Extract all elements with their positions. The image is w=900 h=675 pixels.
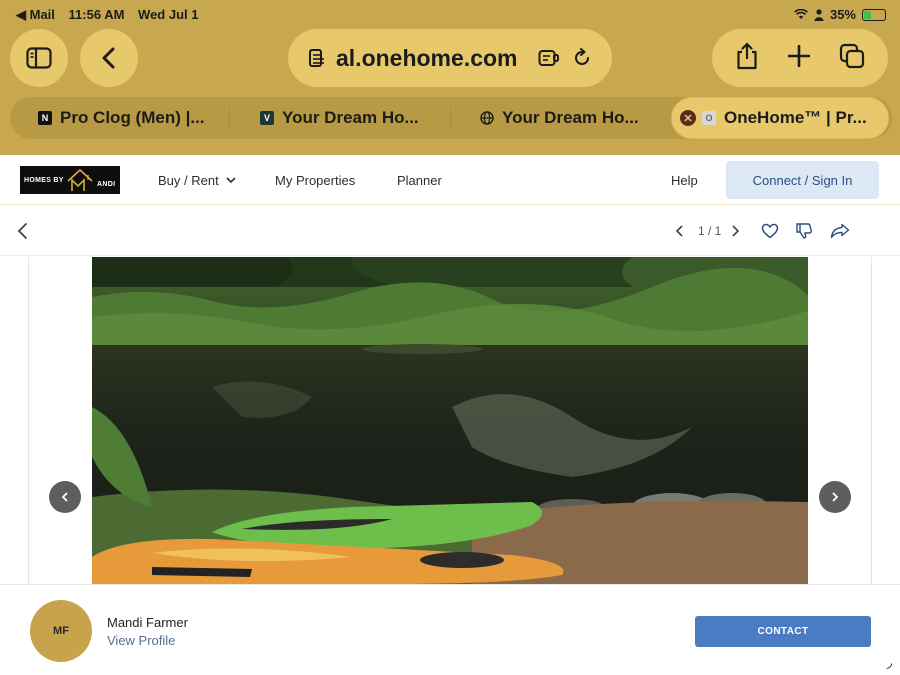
heart-icon	[761, 223, 779, 239]
tab-dream-home-1[interactable]: V Your Dream Ho...	[260, 97, 450, 139]
favorite-button[interactable]	[761, 206, 779, 256]
contact-button[interactable]: CONTACT	[695, 616, 871, 647]
chevron-left-icon	[675, 225, 683, 237]
pond-kayaks-image	[92, 257, 808, 584]
photo-next-button[interactable]	[819, 481, 851, 513]
avatar[interactable]: MF	[30, 600, 92, 662]
status-bar: ◀ Mail 11:56 AM Wed Jul 1 35%	[0, 0, 900, 28]
tab-onehome-active[interactable]: ✕ O OneHome™ | Pr...	[671, 97, 889, 139]
site-navbar: HOMES BY ANDI Buy / Rent My Properties P…	[0, 155, 900, 205]
tab-divider	[229, 107, 230, 129]
my-properties-link[interactable]: My Properties	[275, 155, 355, 205]
dislike-button[interactable]	[795, 206, 813, 256]
back-button[interactable]	[80, 29, 138, 87]
tab-bar: N Pro Clog (Men) |... V Your Dream Ho...…	[10, 97, 892, 139]
tab-label: Pro Clog (Men) |...	[60, 108, 205, 127]
tab-dream-home-2[interactable]: Your Dream Ho...	[480, 97, 670, 139]
logo-mark-text: ANDI	[97, 181, 116, 188]
sidebar-icon	[26, 47, 52, 69]
share-icon[interactable]	[735, 41, 759, 75]
address-bar[interactable]: al.onehome.com	[288, 29, 612, 87]
help-link[interactable]: Help	[671, 155, 698, 205]
tab-pro-clog[interactable]: N Pro Clog (Men) |...	[38, 97, 230, 139]
view-profile-link[interactable]: View Profile	[107, 633, 175, 648]
onehome-icon: O	[702, 111, 716, 125]
prev-photo-button[interactable]	[675, 206, 685, 256]
browser-chrome: ◀ Mail 11:56 AM Wed Jul 1 35% al.onehome…	[0, 0, 900, 155]
resize-handle-icon: ◞	[886, 654, 892, 670]
page-menu-icon[interactable]	[308, 48, 326, 68]
tab-divider	[450, 107, 451, 129]
globe-icon	[480, 111, 494, 125]
connect-signin-button[interactable]: Connect / Sign In	[726, 161, 879, 199]
chevron-right-icon	[732, 225, 740, 237]
back-to-app-link[interactable]: ◀ Mail	[16, 7, 55, 22]
extension-icon[interactable]	[538, 49, 560, 67]
buy-rent-label: Buy / Rent	[158, 172, 219, 188]
vimeo-icon: V	[260, 111, 274, 125]
homes-by-mandi-logo[interactable]: HOMES BY ANDI	[20, 166, 120, 194]
reload-icon[interactable]	[572, 48, 592, 68]
agent-bar: MF Mandi Farmer View Profile CONTACT ◞	[0, 584, 900, 675]
listing-photo	[92, 257, 808, 584]
house-m-logo-mark	[67, 168, 93, 191]
status-time: 11:56 AM	[68, 7, 125, 22]
back-to-results-button[interactable]	[16, 206, 30, 256]
tab-label: Your Dream Ho...	[282, 108, 419, 127]
chevron-down-icon	[226, 176, 236, 183]
planner-link[interactable]: Planner	[397, 155, 442, 205]
listing-toolbar: 1 / 1	[0, 206, 900, 256]
photo-counter: 1 / 1	[698, 224, 722, 238]
buy-rent-menu[interactable]: Buy / Rent	[158, 155, 236, 205]
photo-prev-button[interactable]	[49, 481, 81, 513]
battery-level	[864, 10, 871, 19]
chevron-left-icon	[61, 492, 68, 502]
sidebar-button[interactable]	[10, 29, 68, 87]
url-text[interactable]: al.onehome.com	[336, 45, 538, 72]
tab-label: Your Dream Ho...	[502, 108, 639, 127]
chevron-left-icon	[102, 47, 115, 69]
chevron-right-icon	[832, 492, 839, 502]
battery-percent: 35%	[829, 7, 856, 22]
close-tab-icon[interactable]: ✕	[680, 110, 696, 126]
tab-overview-icon[interactable]	[839, 43, 865, 74]
next-photo-button[interactable]	[730, 206, 740, 256]
notion-icon: N	[38, 111, 52, 125]
browser-actions	[712, 29, 888, 87]
new-tab-icon[interactable]	[787, 44, 811, 72]
battery-icon	[862, 8, 886, 21]
thumbs-down-icon	[796, 223, 812, 239]
chevron-left-icon	[17, 223, 27, 239]
person-icon	[814, 8, 824, 21]
logo-text: HOMES BY	[24, 176, 64, 184]
share-listing-button[interactable]	[830, 206, 850, 256]
agent-name: Mandi Farmer	[107, 615, 188, 630]
tab-label: OneHome™ | Pr...	[724, 108, 867, 127]
status-date: Wed Jul 1	[138, 7, 199, 22]
share-arrow-icon	[830, 223, 850, 239]
wifi-icon	[794, 9, 808, 19]
